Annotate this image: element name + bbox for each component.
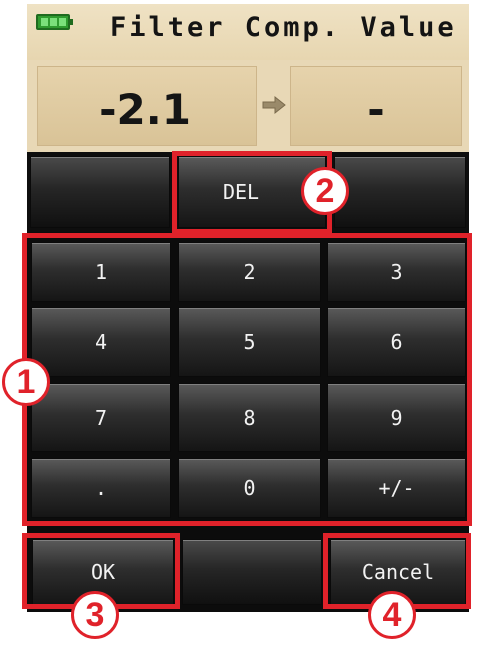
blank-key-left xyxy=(30,156,170,228)
current-value-box: -2.1 xyxy=(37,66,257,146)
callout-4: 4 xyxy=(368,591,416,639)
current-value: -2.1 xyxy=(99,85,191,134)
callout-3: 3 xyxy=(71,591,119,639)
new-value: - xyxy=(367,85,385,134)
keypad-highlight-frame xyxy=(22,233,472,526)
battery-icon xyxy=(36,14,73,30)
screen-title: Filter Comp. Value xyxy=(110,12,457,43)
callout-1: 1 xyxy=(2,358,50,406)
new-value-box: - xyxy=(290,66,462,146)
callout-2: 2 xyxy=(301,167,349,215)
arrow-right-icon xyxy=(262,95,286,115)
blank-key-right xyxy=(334,156,466,228)
value-display: -2.1 - xyxy=(27,60,469,152)
blank-key-bottom xyxy=(182,539,322,605)
